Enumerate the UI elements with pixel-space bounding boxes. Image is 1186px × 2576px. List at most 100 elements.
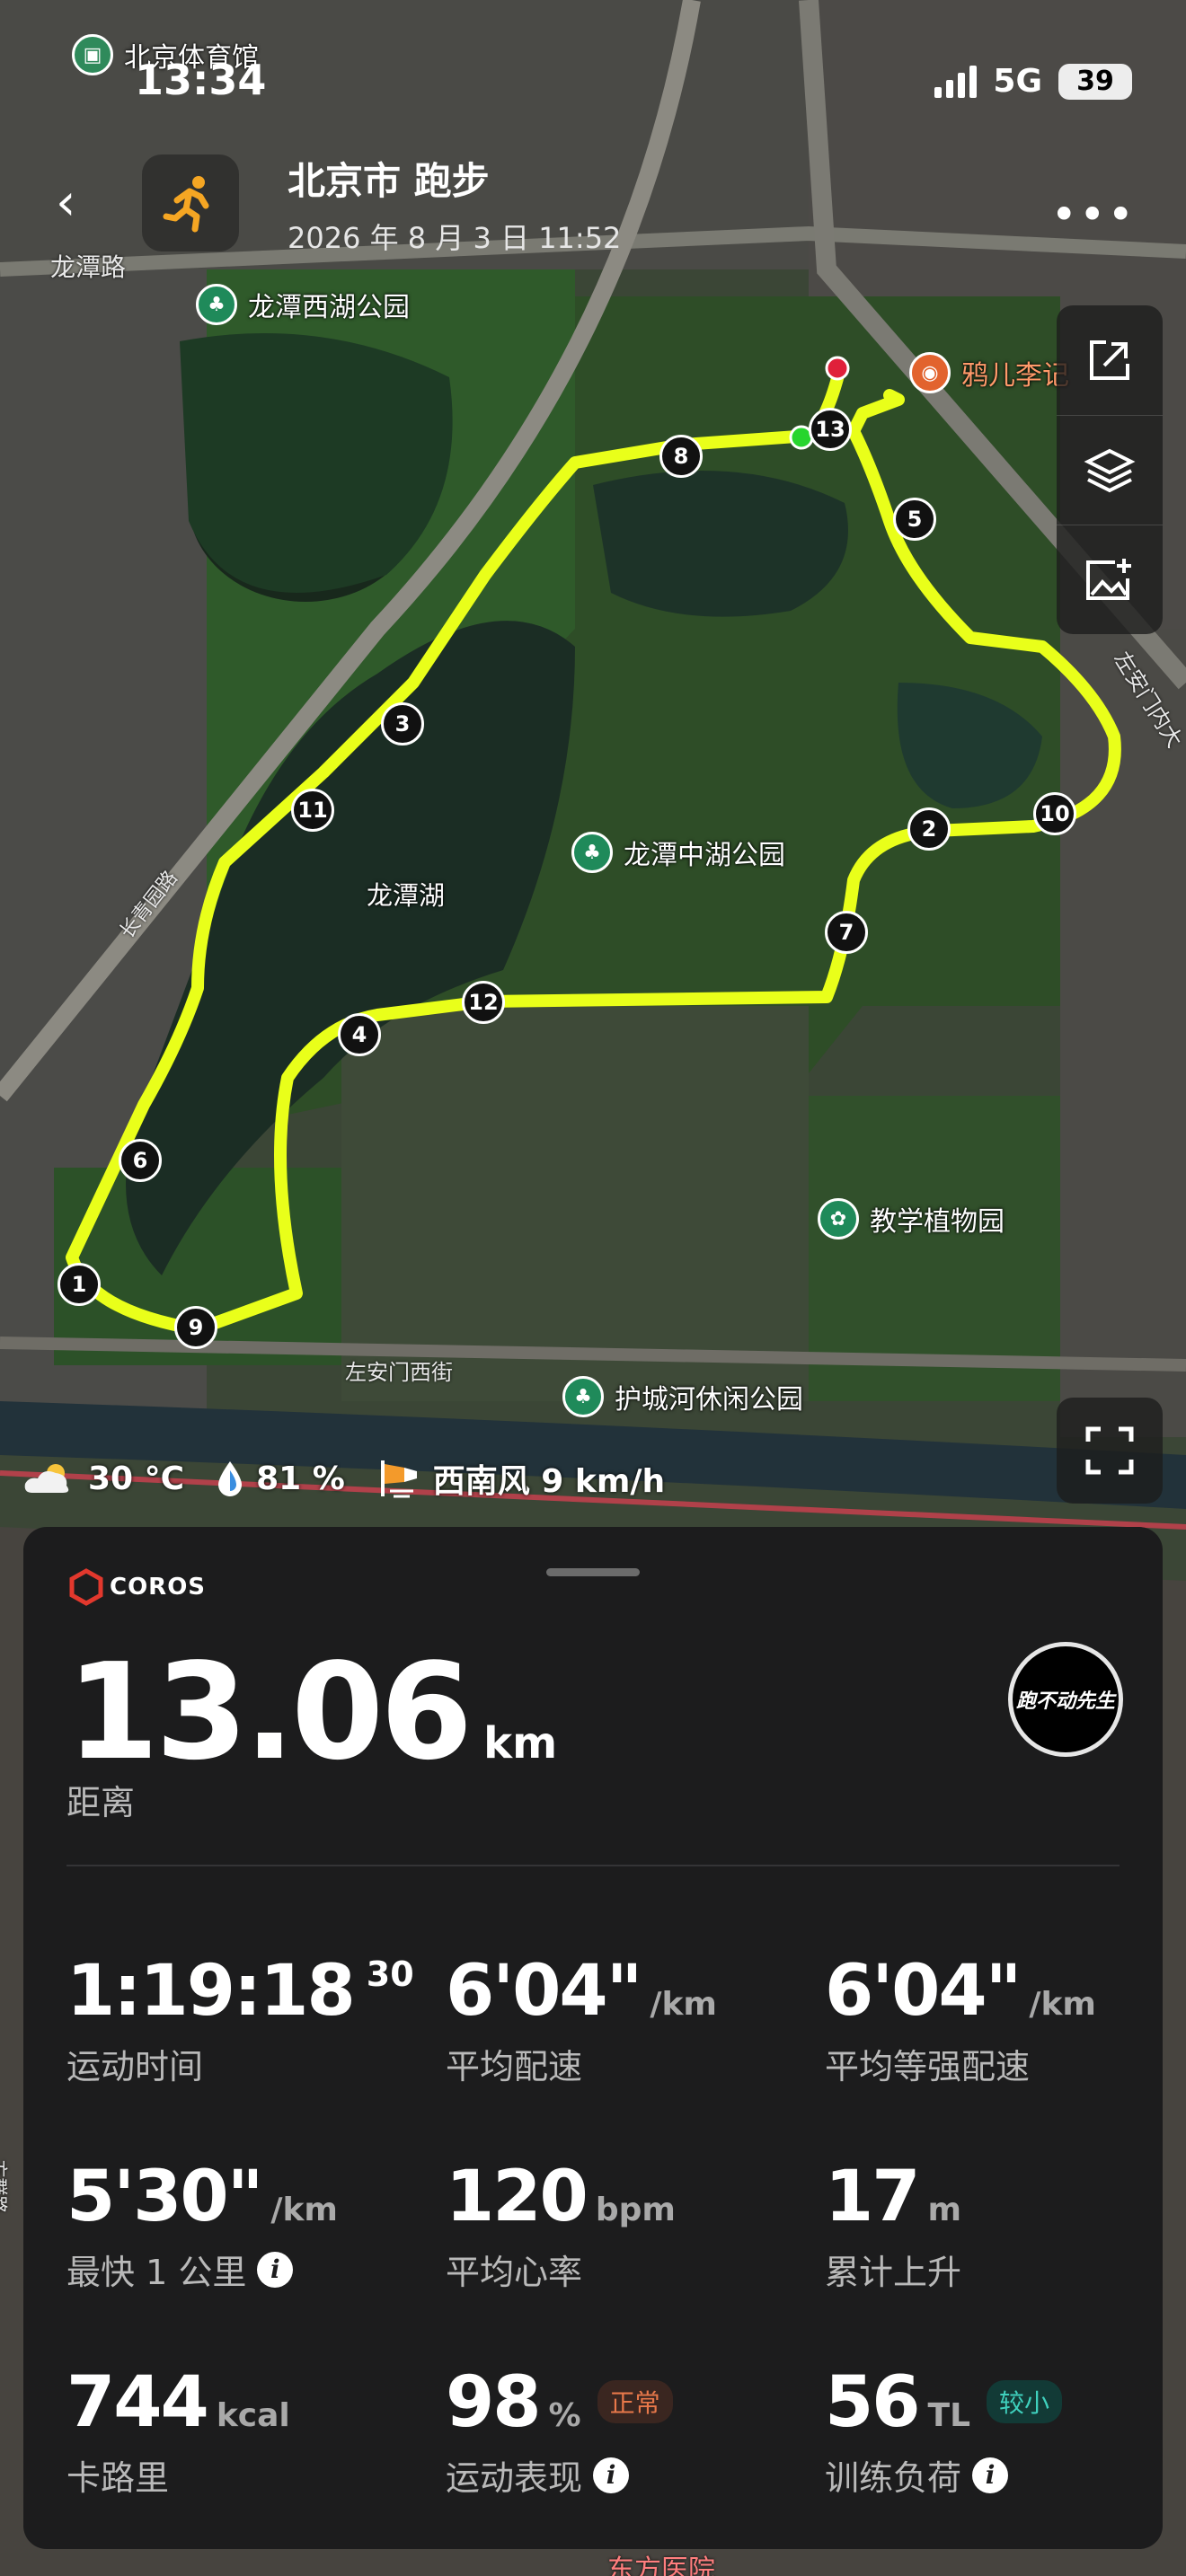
user-avatar[interactable]: 跑不动先生 [1008, 1642, 1123, 1757]
map-label-park-west[interactable]: ♣ 龙潭西湖公园 [196, 284, 410, 325]
stat-label: 卡路里 [66, 2458, 170, 2498]
stat-unit: % [548, 2397, 581, 2434]
weather-bar: 30 °C 81 % 西南风 9 km/h [22, 1455, 681, 1502]
stat-item[interactable]: 5'30"/km 最快 1 公里 i [66, 2157, 446, 2294]
back-button[interactable]: ‹ [56, 176, 92, 230]
stat-item: 6'04"/km 平均配速 [446, 1951, 825, 2088]
more-options-button[interactable]: ••• [1051, 189, 1136, 241]
stat-label: 最快 1 公里 [66, 2253, 247, 2292]
stat-unit: /km [270, 2192, 338, 2228]
stat-item: 1:19:18 30 运动时间 [66, 1951, 446, 2088]
km-marker: 1 [58, 1263, 101, 1306]
status-badge: 较小 [987, 2380, 1063, 2423]
stat-label-row: 运动时间 [66, 2039, 446, 2088]
stat-value: 6'04" [446, 1951, 642, 2032]
road-label-zuoanmen-west: 左安门西街 [345, 1360, 453, 1385]
stat-label: 运动时间 [66, 2047, 204, 2086]
temperature: 30 °C [22, 1460, 184, 1497]
activity-datetime: 2026 年 8 月 3 日 11:52 [288, 221, 622, 255]
km-marker: 11 [291, 789, 334, 832]
stat-value: 744 [66, 2362, 209, 2443]
stat-item: 744 kcal 卡路里 [66, 2362, 446, 2500]
map-label-moat-park[interactable]: ♣ 护城河休闲公园 [562, 1376, 803, 1417]
status-time: 13:34 [135, 56, 267, 104]
km-marker: 5 [893, 498, 936, 541]
stat-label-row: 运动表现 i [446, 2450, 825, 2500]
map-label-park-middle[interactable]: ♣ 龙潭中湖公园 [571, 832, 785, 873]
activity-title: 北京市 跑步 [288, 159, 490, 203]
stat-item: 120 bpm 平均心率 [446, 2157, 825, 2294]
stat-label-row: 平均等强配速 [825, 2039, 1145, 2088]
add-image-icon [1086, 558, 1131, 600]
stat-label: 平均配速 [446, 2047, 583, 2086]
stat-unit: m [927, 2192, 962, 2228]
stat-label: 累计上升 [825, 2253, 962, 2292]
info-icon[interactable]: i [972, 2457, 1009, 2493]
signal-icon [934, 65, 978, 98]
stat-unit: bpm [595, 2192, 676, 2228]
stat-label: 平均心率 [446, 2253, 583, 2292]
wind: 西南风 9 km/h [377, 1455, 665, 1502]
stat-value-fraction: 30 [366, 1954, 414, 1994]
map-label-botanic[interactable]: ✿ 教学植物园 [818, 1198, 1005, 1239]
humidity: 81 % [217, 1460, 345, 1497]
divider [66, 1865, 1120, 1866]
network-type: 5G [993, 63, 1042, 100]
stat-value-row: 98% 正常 [446, 2362, 825, 2443]
map-label-lake: 龙潭湖 [367, 880, 446, 911]
stat-value: 17 [825, 2157, 921, 2237]
fullscreen-icon [1085, 1426, 1134, 1475]
fullscreen-button[interactable] [1057, 1398, 1163, 1504]
stats-panel[interactable]: COROS 13.06 km 距离 跑不动先生 1:19:18 30 运动时间 6'0… [23, 1527, 1163, 2549]
road-label-longtan: 龙潭路 [50, 252, 127, 282]
stat-value-row: 6'04"/km [825, 1951, 1145, 2032]
stat-value-row: 120 bpm [446, 2157, 825, 2237]
tree-icon: ♣ [196, 284, 237, 325]
info-icon[interactable]: i [593, 2457, 630, 2493]
km-marker: 2 [907, 807, 951, 851]
cloud-sun-icon [24, 1464, 69, 1493]
layers-button[interactable] [1057, 415, 1163, 525]
droplet-icon [218, 1461, 243, 1496]
restaurant-icon: ◉ [909, 352, 951, 393]
status-badge: 正常 [597, 2380, 673, 2423]
stat-item[interactable]: 56 TL 较小训练负荷 i [825, 2362, 1145, 2500]
add-photo-button[interactable] [1057, 525, 1163, 634]
road-label-fangqun: 方群路 [0, 2159, 10, 2214]
km-marker: 6 [119, 1139, 162, 1182]
layers-icon [1084, 448, 1136, 492]
stat-label-row: 训练负荷 i [825, 2450, 1145, 2500]
windsock-icon [380, 1460, 417, 1498]
stat-item[interactable]: 98% 正常 运动表现 i [446, 2362, 825, 2500]
running-icon [142, 154, 239, 251]
stat-unit: kcal [216, 2397, 290, 2434]
km-marker: 13 [809, 408, 852, 451]
km-marker: 12 [462, 981, 505, 1024]
stat-value-row: 6'04"/km [446, 1951, 825, 2032]
building-icon: ▣ [72, 34, 113, 75]
stat-value-row: 744 kcal [66, 2362, 446, 2443]
drag-handle[interactable] [546, 1568, 640, 1576]
stat-value-row: 56 TL 较小 [825, 2362, 1145, 2443]
map-label-restaurant[interactable]: ◉ 鸦儿李记 [909, 352, 1069, 393]
stat-value-row: 17 m [825, 2157, 1145, 2237]
stat-item: 17 m 累计上升 [825, 2157, 1145, 2294]
km-marker: 10 [1033, 792, 1076, 835]
km-marker: 4 [338, 1013, 381, 1056]
tree-icon: ♣ [571, 832, 613, 873]
map-toolbar [1057, 305, 1163, 634]
share-button[interactable] [1057, 305, 1163, 415]
info-icon[interactable]: i [257, 2251, 294, 2288]
share-icon [1090, 340, 1129, 380]
stat-label-row: 最快 1 公里 i [66, 2245, 446, 2294]
flower-icon: ✿ [818, 1198, 859, 1239]
stat-value: 98 [446, 2362, 542, 2443]
stats-grid: 1:19:18 30 运动时间 6'04"/km 平均配速 6'04"/km 平均等强配速 5… [66, 1951, 1145, 2500]
stat-label: 运动表现 [446, 2458, 583, 2498]
stat-item: 6'04"/km 平均等强配速 [825, 1951, 1145, 2088]
stat-label-row: 卡路里 [66, 2450, 446, 2500]
end-point [825, 356, 850, 381]
stat-unit: /km [650, 1986, 717, 2023]
stat-label: 训练负荷 [825, 2458, 962, 2498]
stat-value-row: 5'30"/km [66, 2157, 446, 2237]
